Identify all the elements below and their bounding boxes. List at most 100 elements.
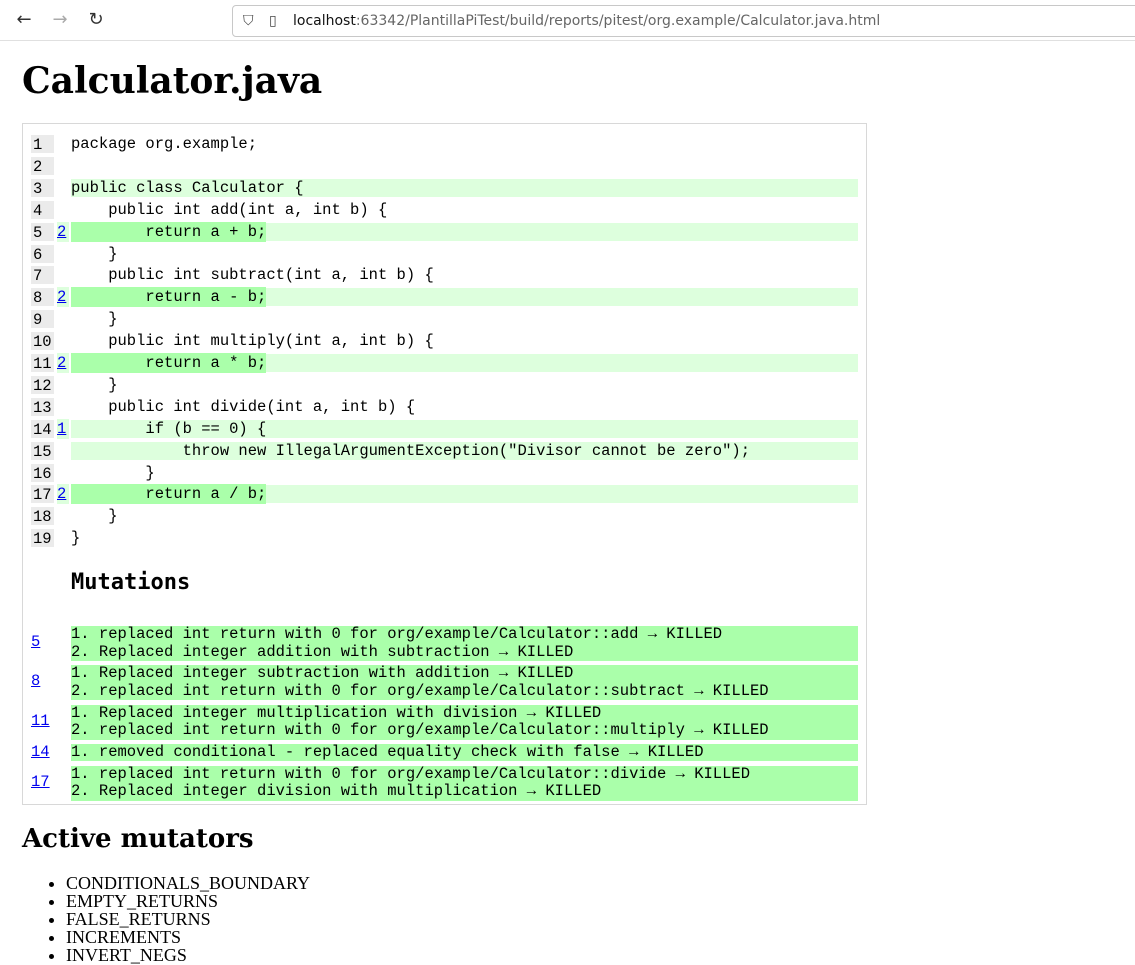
- mutator-item: INCREMENTS: [66, 928, 310, 946]
- line-number: 18: [31, 507, 54, 526]
- line-number: 15: [31, 441, 54, 461]
- code-cell: }: [71, 464, 858, 482]
- mutator-item: CONDITIONALS_BOUNDARY: [66, 874, 310, 892]
- mutation-description: 1. Replaced integer multiplication with …: [71, 703, 858, 740]
- mutator-item: EMPTY_RETURNS: [66, 892, 310, 910]
- code-text: }: [71, 375, 118, 394]
- mutation-item: 1. replaced int return with 0 for org/ex…: [71, 764, 751, 783]
- code-cell: }: [71, 245, 858, 263]
- mutation-item: 2. Replaced integer addition with subtra…: [71, 642, 574, 661]
- code-text: }: [71, 507, 118, 526]
- code-text: }: [71, 529, 81, 548]
- mutation-item: 1. removed conditional - replaced equali…: [71, 742, 704, 761]
- mutation-item: 1. replaced int return with 0 for org/ex…: [71, 625, 723, 643]
- mutations-heading: Mutations: [71, 570, 191, 595]
- source-listing: Mutations 1 package org.example; 2 3 public …: [22, 123, 867, 805]
- code-cell: }: [71, 529, 858, 547]
- code-cell: package org.example;: [71, 135, 858, 153]
- line-number: 3: [31, 178, 54, 198]
- mutation-line-link[interactable]: 5: [31, 633, 40, 652]
- mutation-item: 2. Replaced integer division with multip…: [71, 782, 602, 801]
- mutation-line-link[interactable]: 17: [31, 773, 50, 792]
- mutation-description: 1. replaced int return with 0 for org/ex…: [71, 625, 858, 661]
- code-cell: public class Calculator {: [71, 178, 858, 197]
- mutation-description: 1. Replaced integer subtraction with add…: [71, 664, 858, 701]
- code-text: return a - b;: [71, 287, 267, 308]
- code-text: package org.example;: [71, 135, 258, 153]
- line-number: 7: [31, 266, 54, 285]
- line-number: 2: [31, 156, 54, 176]
- mutation-item: 1. Replaced integer subtraction with add…: [71, 664, 574, 683]
- code-text: return a * b;: [71, 353, 267, 373]
- code-text: public int subtract(int a, int b) {: [71, 266, 434, 285]
- code-cell: throw new IllegalArgumentException("Divi…: [71, 441, 858, 460]
- code-text: if (b == 0) {: [71, 419, 267, 438]
- mutation-count-link[interactable]: 2: [57, 484, 69, 505]
- code-cell: if (b == 0) {: [71, 419, 858, 438]
- code-cell: public int add(int a, int b) {: [71, 201, 858, 219]
- code-text: public int multiply(int a, int b) {: [71, 332, 434, 351]
- mutation-count-link[interactable]: 2: [57, 353, 69, 373]
- active-mutators-list: CONDITIONALS_BOUNDARYEMPTY_RETURNSFALSE_…: [22, 874, 310, 964]
- code-text: return a / b;: [71, 484, 267, 505]
- mutator-item: FALSE_RETURNS: [66, 910, 310, 928]
- code-cell: public int multiply(int a, int b) {: [71, 332, 858, 350]
- code-cell: [71, 157, 858, 175]
- mutation-item: 2. replaced int return with 0 for org/ex…: [71, 721, 769, 740]
- code-text: return a + b;: [71, 221, 267, 242]
- address-bar[interactable]: ⛉ ▯ localhost:63342/PlantillaPiTest/buil…: [232, 5, 1135, 37]
- mutation-item: 2. replaced int return with 0 for org/ex…: [71, 681, 769, 700]
- code-cell: }: [71, 310, 858, 328]
- code-cell: }: [71, 376, 858, 394]
- page-title: Calculator.java: [22, 60, 323, 102]
- line-number: 4: [31, 200, 54, 220]
- code-cell: }: [71, 507, 858, 525]
- forward-icon[interactable]: →: [48, 8, 72, 32]
- back-icon[interactable]: ←: [12, 8, 36, 32]
- active-mutators-heading: Active mutators: [22, 824, 254, 854]
- code-text: }: [71, 310, 118, 329]
- code-text: }: [71, 463, 155, 482]
- url-host: localhost: [293, 13, 356, 29]
- mutation-line-link[interactable]: 8: [31, 673, 40, 691]
- code-cell: return a - b;: [71, 287, 858, 308]
- mutation-count-link[interactable]: 1: [57, 418, 69, 439]
- line-number: 17: [31, 485, 54, 504]
- code-text: throw new IllegalArgumentException("Divi…: [71, 441, 751, 460]
- line-number: 1: [31, 135, 54, 154]
- code-text: public int divide(int a, int b) {: [71, 397, 416, 416]
- line-number: 13: [31, 397, 54, 417]
- line-number: 5: [31, 222, 54, 242]
- line-number: 9: [31, 310, 54, 329]
- mutator-item: INVERT_NEGS: [66, 946, 310, 964]
- line-number: 16: [31, 463, 54, 483]
- line-number: 14: [31, 419, 54, 439]
- mutation-line-link[interactable]: 14: [31, 743, 50, 762]
- code-cell: public int subtract(int a, int b) {: [71, 266, 858, 284]
- code-cell: return a / b;: [71, 484, 858, 505]
- code-text: public int add(int a, int b) {: [71, 200, 388, 219]
- mutation-line-link[interactable]: 11: [31, 712, 50, 731]
- code-text: public class Calculator {: [71, 178, 304, 197]
- code-cell: return a * b;: [71, 353, 858, 373]
- url-path: :63342/PlantillaPiTest/build/reports/pit…: [355, 13, 881, 29]
- browser-toolbar: ← → ↻ ⛉ ▯ localhost:63342/PlantillaPiTes…: [0, 0, 1135, 41]
- line-number: 8: [31, 288, 54, 307]
- mutation-count-link[interactable]: 2: [57, 287, 69, 308]
- line-number: 6: [31, 244, 54, 264]
- mutation-description: 1. replaced int return with 0 for org/ex…: [71, 764, 858, 801]
- mutation-item: 1. Replaced integer multiplication with …: [71, 703, 602, 722]
- code-text: }: [71, 244, 118, 263]
- mutation-description: 1. removed conditional - replaced equali…: [71, 742, 858, 762]
- shield-icon[interactable]: ⛉: [243, 11, 254, 31]
- page-icon: ▯: [269, 13, 277, 29]
- line-number: 12: [31, 375, 54, 395]
- mutation-count-link[interactable]: 2: [57, 221, 69, 242]
- url-text[interactable]: localhost:63342/PlantillaPiTest/build/re…: [293, 12, 880, 30]
- line-number: 19: [31, 529, 54, 548]
- line-number: 11: [31, 354, 54, 373]
- line-number: 10: [31, 332, 54, 351]
- code-cell: public int divide(int a, int b) {: [71, 398, 858, 416]
- reload-icon[interactable]: ↻: [84, 8, 108, 32]
- code-cell: return a + b;: [71, 221, 858, 242]
